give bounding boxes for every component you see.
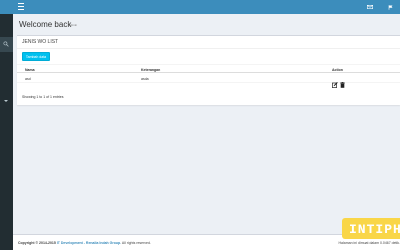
chevron-down-icon[interactable]: [4, 100, 8, 102]
hamburger-icon[interactable]: [18, 3, 24, 10]
page-subtitle: admin: [69, 23, 78, 27]
table-info: Showing 1 to 1 of 1 entries: [22, 95, 64, 99]
footer-copyright: Copyright © 2014-2015 IT Development - R…: [18, 241, 151, 245]
top-navbar: [0, 0, 400, 14]
cell-nama: asd: [25, 77, 31, 81]
box-divider: [17, 48, 400, 49]
envelope-icon[interactable]: [360, 0, 380, 14]
search-icon[interactable]: [3, 41, 9, 47]
copyright-prefix: Copyright © 2014-2015: [18, 241, 57, 245]
column-header-keterangan[interactable]: Keterangan: [141, 68, 160, 72]
render-time: Halaman ini dimuat dalam 0.0467 detik.: [338, 241, 400, 245]
sidebar-search[interactable]: [0, 37, 13, 52]
company-link[interactable]: IT Development - Renalia Indah Group.: [57, 241, 121, 245]
column-header-action: Action: [332, 68, 343, 72]
table-header: Nama Keterangan Action: [17, 64, 400, 73]
add-data-button[interactable]: Tambah data: [22, 52, 50, 61]
cell-keterangan: asda: [141, 77, 149, 81]
box-title: JENIS WO LIST: [22, 39, 59, 45]
sidebar: [0, 14, 13, 250]
trash-icon[interactable]: [340, 75, 345, 93]
table-row: asd asda: [17, 74, 400, 88]
flag-icon[interactable]: [380, 0, 400, 14]
navbar-right-icons: [360, 0, 400, 14]
content-header: Welcome back admin: [13, 14, 400, 34]
watermark-text: INTIPH: [349, 222, 400, 237]
row-actions: [332, 75, 345, 93]
edit-icon[interactable]: [332, 75, 338, 93]
jenis-wo-box: JENIS WO LIST Tambah data Nama Keteranga…: [17, 35, 400, 105]
watermark-logo: INTIPH: [342, 218, 400, 239]
rights-text: All rights reserved.: [121, 241, 151, 245]
column-header-nama[interactable]: Nama: [25, 68, 35, 72]
page-title: Welcome back: [19, 20, 72, 29]
